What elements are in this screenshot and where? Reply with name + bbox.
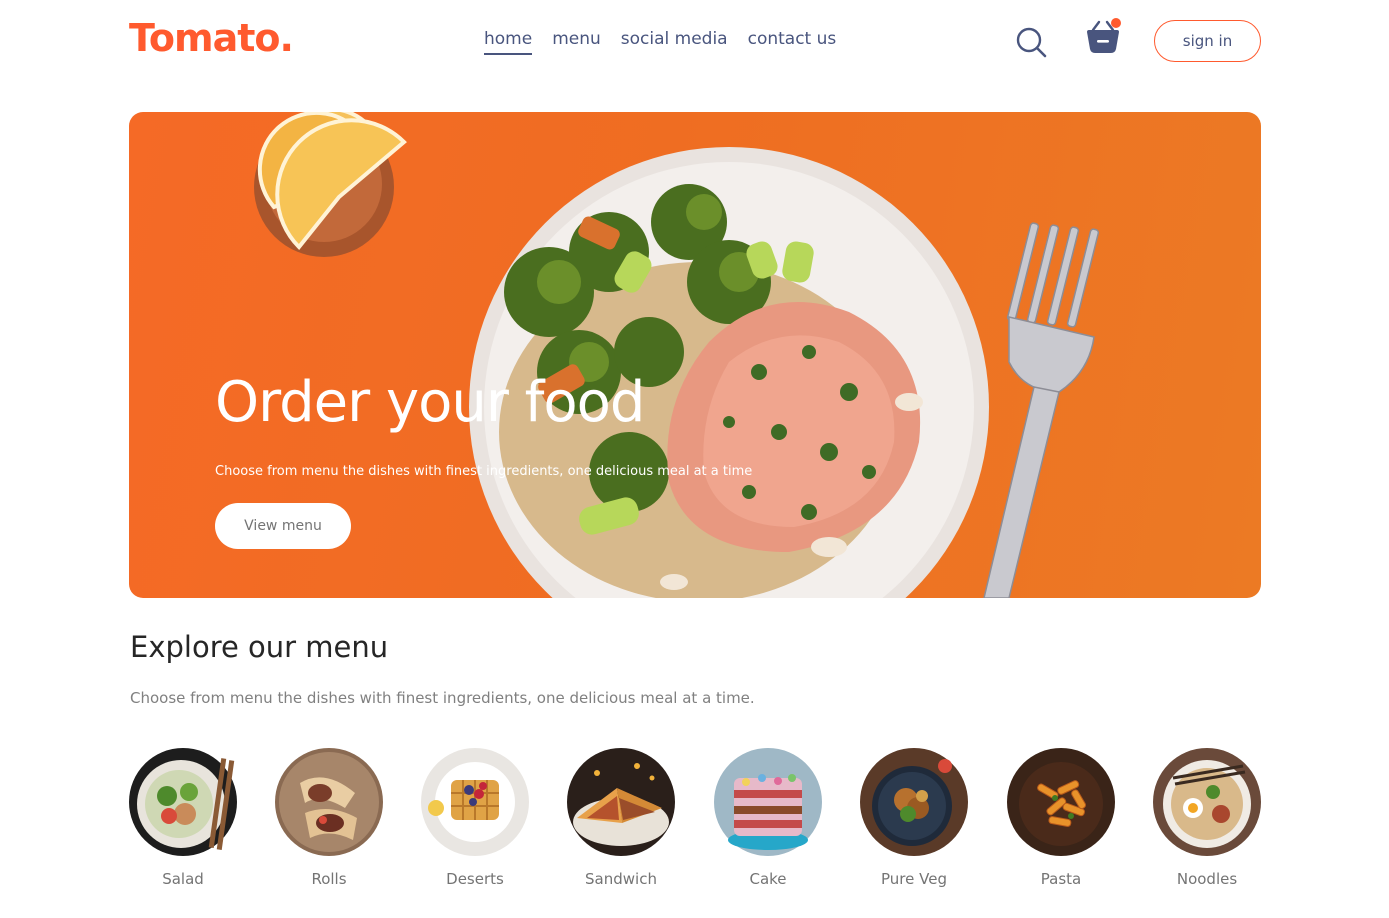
nav-link-menu[interactable]: menu bbox=[552, 29, 601, 55]
menu-item-label: Noodles bbox=[1176, 870, 1238, 888]
menu-item-noodles[interactable]: Noodles bbox=[1153, 748, 1261, 888]
explore-menu-subtitle: Choose from menu the dishes with finest … bbox=[130, 689, 755, 707]
menu-item-label: Sandwich bbox=[585, 870, 657, 888]
deserts-image bbox=[421, 748, 529, 856]
menu-item-salad[interactable]: Salad bbox=[129, 748, 237, 888]
hero-subtitle: Choose from menu the dishes with finest … bbox=[215, 464, 753, 479]
sandwich-image bbox=[567, 748, 675, 856]
rolls-image bbox=[275, 748, 383, 856]
view-menu-button[interactable]: View menu bbox=[215, 503, 351, 549]
menu-item-pure-veg[interactable]: Pure Veg bbox=[860, 748, 968, 888]
menu-item-deserts[interactable]: Deserts bbox=[421, 748, 529, 888]
pasta-image bbox=[1007, 748, 1115, 856]
menu-item-label: Deserts bbox=[446, 870, 504, 888]
cake-image bbox=[714, 748, 822, 856]
sign-in-button[interactable]: sign in bbox=[1154, 20, 1261, 62]
hero-banner: Order your food Choose from menu the dis… bbox=[129, 112, 1261, 598]
menu-item-label: Pure Veg bbox=[881, 870, 947, 888]
explore-menu-title: Explore our menu bbox=[130, 630, 389, 664]
basket-badge-dot bbox=[1111, 18, 1121, 28]
menu-item-label: Salad bbox=[162, 870, 204, 888]
logo[interactable]: Tomato. bbox=[129, 16, 294, 60]
menu-item-cake[interactable]: Cake bbox=[714, 748, 822, 888]
menu-item-pasta[interactable]: Pasta bbox=[1007, 748, 1115, 888]
explore-menu-list: Salad Rolls Deserts Sandwich Cake Pure V… bbox=[129, 748, 1261, 898]
menu-item-sandwich[interactable]: Sandwich bbox=[567, 748, 675, 888]
hero-title: Order your food bbox=[215, 370, 645, 435]
menu-item-label: Pasta bbox=[1040, 870, 1082, 888]
nav-menu: home menu social media contact us bbox=[484, 29, 836, 55]
nav-link-contact-us[interactable]: contact us bbox=[748, 29, 837, 55]
menu-item-rolls[interactable]: Rolls bbox=[275, 748, 383, 888]
search-icon[interactable] bbox=[1015, 26, 1047, 58]
menu-item-label: Cake bbox=[749, 870, 787, 888]
menu-item-label: Rolls bbox=[311, 870, 347, 888]
basket-button[interactable] bbox=[1083, 18, 1123, 58]
nav-link-social-media[interactable]: social media bbox=[621, 29, 728, 55]
salad-image bbox=[129, 748, 237, 856]
noodles-image bbox=[1153, 748, 1261, 856]
pure-veg-image bbox=[860, 748, 968, 856]
navbar: Tomato. home menu social media contact u… bbox=[0, 0, 1389, 90]
nav-link-home[interactable]: home bbox=[484, 29, 533, 55]
